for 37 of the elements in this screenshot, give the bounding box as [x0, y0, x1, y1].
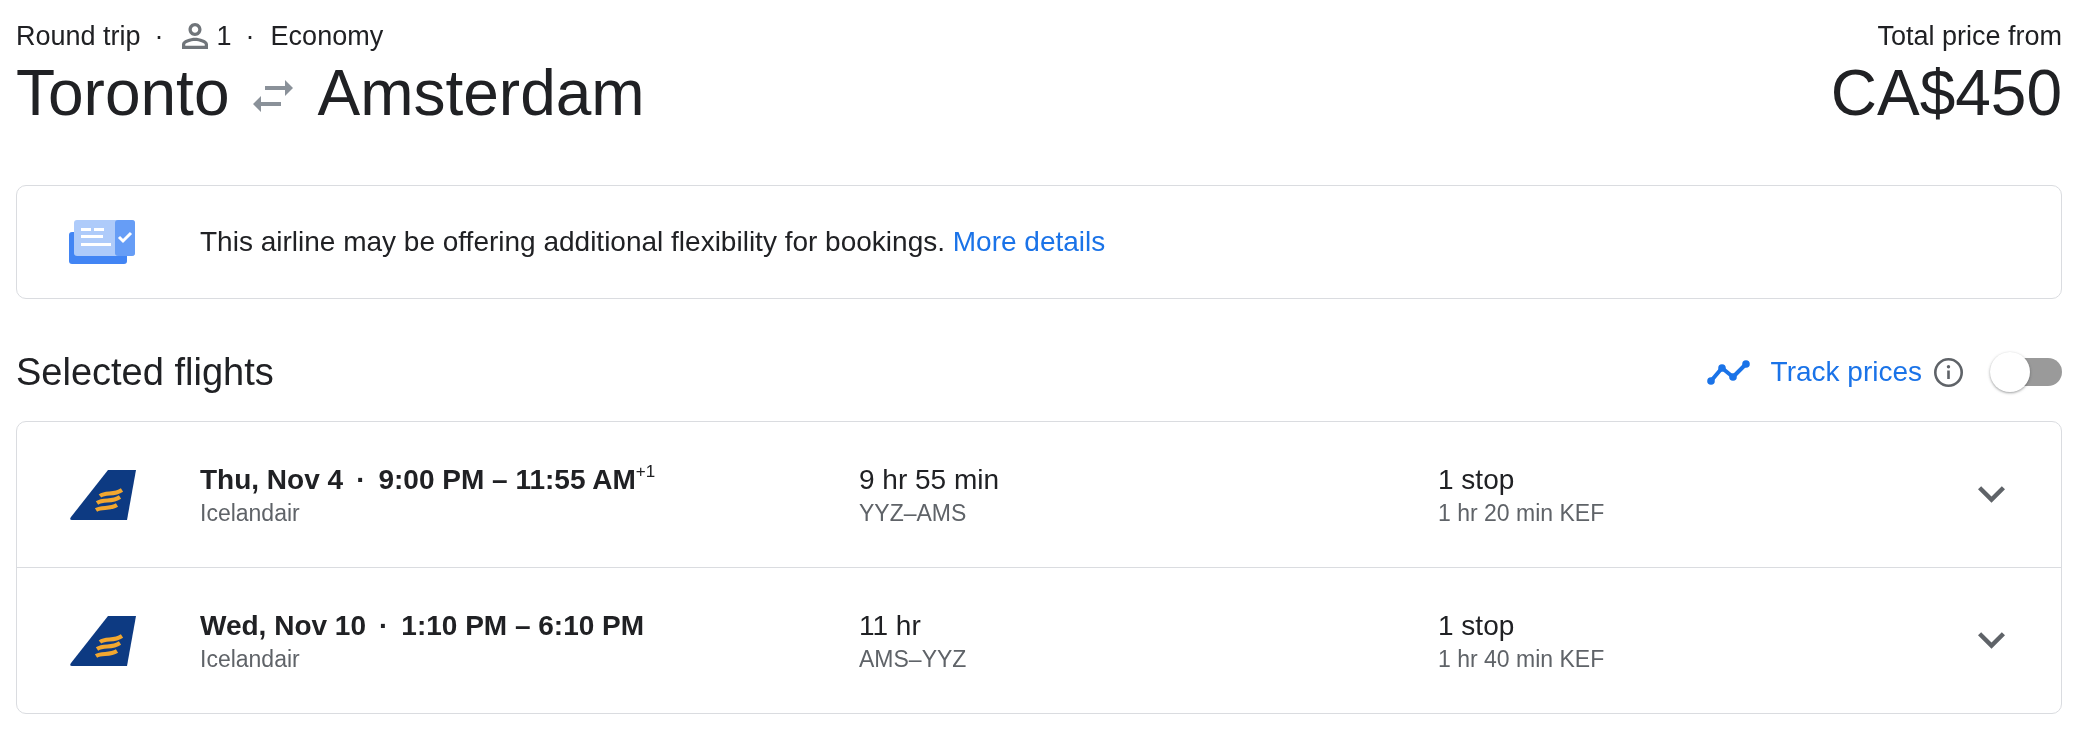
airline-name: Icelandair [200, 644, 300, 674]
destination-city: Amsterdam [317, 57, 645, 129]
trip-type: Round trip [16, 20, 141, 53]
track-prices-toggle[interactable] [1990, 352, 2062, 392]
separator-dot: · [356, 462, 366, 497]
flight-duration: 11 hr [859, 608, 921, 643]
more-details-link[interactable]: More details [952, 226, 1106, 257]
tail-logo-icon [69, 468, 137, 521]
layover-info: 1 hr 20 min KEF [1438, 498, 1605, 528]
price-label: Total price from [1877, 20, 2062, 53]
separator-dot: · [154, 20, 164, 53]
person-icon [181, 23, 208, 49]
flight-times: 1:10 PM – 6:10 PM [401, 608, 645, 643]
trend-line-icon [1706, 359, 1750, 385]
flight-duration: 9 hr 55 min [859, 462, 1000, 497]
separator-dot: · [245, 20, 255, 53]
info-icon[interactable] [1934, 357, 1963, 387]
separator-dot: · [379, 608, 389, 643]
flight-date: Thu, Nov 4 [200, 462, 344, 497]
notice-text: This airline may be offering additional flexibility for bookings. More details [200, 225, 1106, 259]
airline-name: Icelandair [200, 498, 300, 528]
origin-city: Toronto [16, 57, 230, 129]
ticket-check-icon [69, 220, 135, 264]
section-title: Selected flights [16, 350, 274, 395]
cabin-class: Economy [270, 20, 384, 53]
stop-count: 1 stop [1438, 462, 1515, 497]
passenger-count: 1 [216, 20, 232, 53]
tail-logo-icon [69, 614, 137, 667]
route-codes: YYZ–AMS [859, 498, 967, 528]
swap-arrows-icon [253, 80, 294, 112]
stop-count: 1 stop [1438, 608, 1515, 643]
route-codes: AMS–YYZ [859, 644, 967, 674]
track-prices-label: Track prices [1770, 355, 1922, 389]
flight-date: Wed, Nov 10 [200, 608, 366, 643]
layover-info: 1 hr 40 min KEF [1438, 644, 1605, 674]
flight-times: 9:00 PM – 11:55 AM$^{+1}$ [378, 461, 656, 497]
total-price: CA$450 [1830, 57, 2062, 129]
